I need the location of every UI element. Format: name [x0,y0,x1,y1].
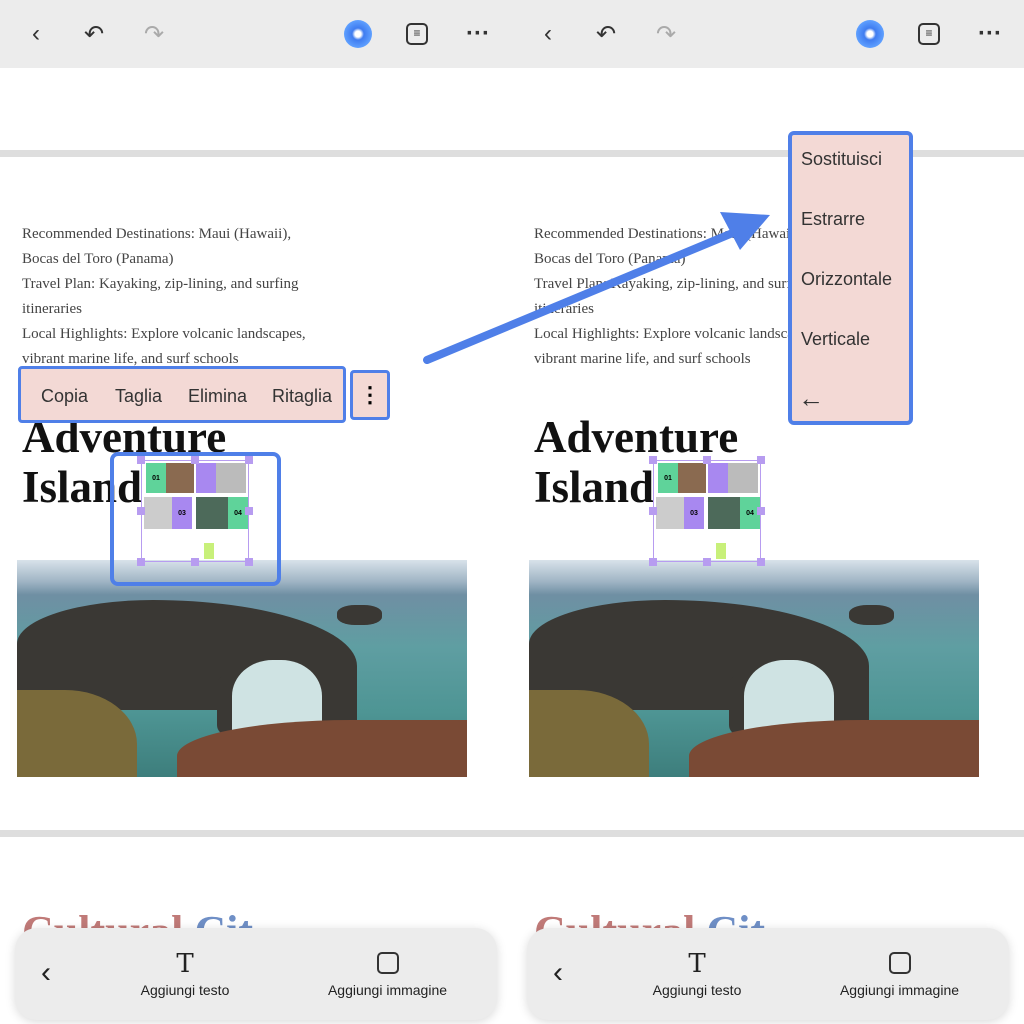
annotation-arrow [423,212,770,364]
